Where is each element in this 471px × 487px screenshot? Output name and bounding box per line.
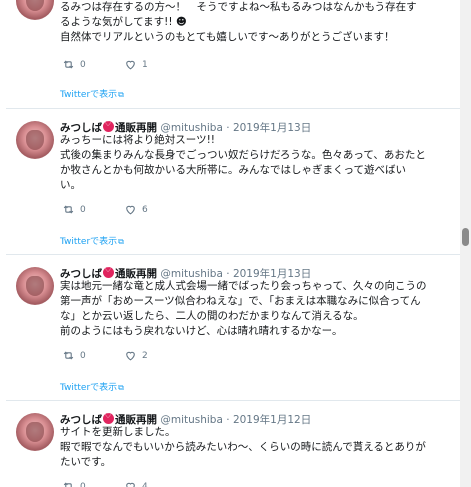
retweet-icon	[63, 205, 74, 214]
avatar[interactable]	[16, 0, 54, 20]
retweet-icon	[63, 482, 72, 487]
like-button[interactable]: 2	[124, 349, 186, 362]
retweet-button[interactable]: 0	[62, 349, 124, 362]
tweet-text: るみつは存在するの方〜！ そうですよね〜私もるみつはなんかもう存在す るような気…	[60, 1, 417, 43]
avatar[interactable]	[16, 413, 54, 451]
external-link-icon: ⧉	[118, 383, 124, 392]
view-on-twitter-link[interactable]: Twitterで表示⧉	[60, 380, 124, 393]
like-count: 2	[142, 350, 148, 361]
heart-icon	[126, 351, 135, 361]
tweet-text: サイトを更新しました。 暇で暇でなんでもいいから読みたいわ〜、くらいの時に読んで…	[60, 426, 426, 468]
retweet-button[interactable]: 0	[62, 58, 124, 71]
view-on-twitter-link[interactable]: Twitterで表示⧉	[60, 234, 124, 247]
heart-badge-icon	[103, 265, 114, 278]
tweet-actions: 0 4	[62, 480, 186, 487]
tweet-actions: 0 2	[62, 349, 186, 362]
tweet-feed: るみつは存在するの方〜！ そうですよね〜私もるみつはなんかもう存在す るような気…	[0, 0, 460, 487]
avatar[interactable]	[16, 121, 54, 159]
like-count: 6	[142, 204, 148, 215]
external-link-icon: ⧉	[118, 90, 124, 99]
like-count: 1	[142, 59, 148, 70]
heart-icon	[126, 205, 135, 215]
like-button[interactable]: 6	[124, 203, 186, 216]
retweet-icon	[63, 60, 74, 69]
retweet-count: 0	[80, 350, 86, 361]
like-button[interactable]: 4	[124, 480, 186, 487]
tweet-card: みつしば通販再開 @mitushiba · 2019年1月12日 サイトを更新し…	[6, 401, 460, 487]
tweet-card: みつしば通販再開 @mitushiba · 2019年1月13日 みっちーには将…	[6, 109, 460, 255]
heart-icon	[126, 60, 135, 70]
retweet-button[interactable]: 0	[62, 480, 124, 487]
tweet-card: るみつは存在するの方〜！ そうですよね〜私もるみつはなんかもう存在す るような気…	[6, 0, 460, 109]
retweet-count: 0	[80, 59, 86, 70]
tweet-actions: 0 6	[62, 203, 186, 216]
retweet-icon	[63, 351, 74, 360]
tweet-text: みっちーには将より絶対スーツ!! 式後の集まりみんな長身でごっつい奴だらけだろう…	[60, 134, 426, 191]
external-link-icon: ⧉	[118, 237, 124, 246]
avatar[interactable]	[16, 267, 54, 305]
like-count: 4	[142, 481, 148, 487]
retweet-count: 0	[80, 204, 86, 215]
tweet-actions: 0 1	[62, 58, 186, 71]
heart-badge-icon	[103, 411, 114, 424]
tweet-text: 実は地元一緒な竜と成人式会場一緒でばったり会っちゃって、久々の向こうの 第一声が…	[60, 280, 427, 337]
like-button[interactable]: 1	[124, 58, 186, 71]
view-on-twitter-link[interactable]: Twitterで表示⧉	[60, 87, 124, 100]
scrollbar-thumb[interactable]	[462, 228, 469, 246]
scrollbar-track[interactable]	[460, 0, 471, 487]
heart-icon	[126, 482, 135, 487]
retweet-count: 0	[80, 481, 86, 487]
retweet-button[interactable]: 0	[62, 203, 124, 216]
heart-badge-icon	[103, 119, 114, 132]
tweet-card: みつしば通販再開 @mitushiba · 2019年1月13日 実は地元一緒な…	[6, 255, 460, 401]
